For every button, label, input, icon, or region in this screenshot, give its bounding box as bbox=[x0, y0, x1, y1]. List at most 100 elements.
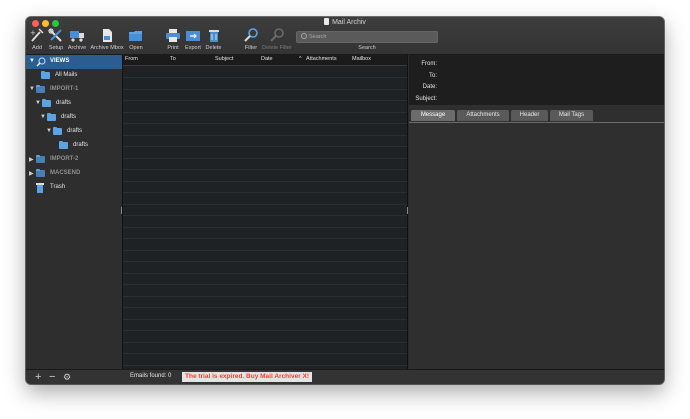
list-row-separator bbox=[123, 353, 407, 354]
folder-icon bbox=[42, 98, 51, 107]
print-label: Print bbox=[167, 45, 179, 51]
setup-button[interactable]: Setup bbox=[47, 28, 65, 51]
list-header: From To Subject Date ^ Attachments Mailb… bbox=[123, 55, 407, 66]
window-title-text: Mail Archiv bbox=[332, 19, 366, 26]
list-row-separator bbox=[123, 111, 407, 113]
list-row-separator bbox=[123, 146, 407, 147]
folder-icon bbox=[36, 154, 45, 163]
delete-button[interactable]: Delete bbox=[204, 28, 223, 51]
sidebar-item-drafts-1[interactable]: ▼ drafts bbox=[26, 97, 122, 111]
trial-expired-banner[interactable]: The trial is expired. Buy Mail Archiver … bbox=[182, 372, 313, 382]
sidebar-item-views[interactable]: ▼ VIEWS bbox=[26, 55, 122, 69]
column-subject[interactable]: Subject bbox=[215, 56, 233, 62]
remove-mailbox-button[interactable]: − bbox=[49, 371, 55, 383]
chevron-down-icon[interactable]: ▼ bbox=[29, 58, 35, 64]
sidebar-item-label: IMPORT-1 bbox=[50, 86, 79, 92]
add-label: Add bbox=[32, 45, 42, 51]
list-row-separator bbox=[123, 307, 407, 308]
list-row-separator bbox=[123, 272, 407, 274]
filter-button[interactable]: Filter bbox=[243, 28, 259, 51]
sidebar-item-label: All Mails bbox=[55, 72, 78, 78]
search-icon bbox=[301, 33, 307, 39]
open-button[interactable]: Open bbox=[127, 28, 145, 51]
list-row-separator bbox=[123, 134, 407, 136]
tab-mail-tags[interactable]: Mail Tags bbox=[550, 110, 593, 121]
mbox-file-icon bbox=[99, 28, 115, 43]
app-window: Mail Archiv + Add Setup Archive Archive … bbox=[26, 17, 664, 384]
trash-icon bbox=[36, 183, 44, 195]
list-row-separator bbox=[123, 341, 407, 343]
tab-header[interactable]: Header bbox=[511, 110, 548, 121]
delete-filter-button[interactable]: Delete Filter bbox=[261, 28, 293, 51]
print-button[interactable]: Print bbox=[165, 28, 181, 51]
search-label: Search bbox=[358, 45, 376, 51]
status-bar: + − ⚙ Emails found: 0 The trial is expir… bbox=[26, 369, 664, 384]
list-row-separator bbox=[123, 77, 407, 78]
to-label: To: bbox=[428, 73, 437, 79]
delete-filter-label: Delete Filter bbox=[262, 45, 292, 51]
chevron-right-icon[interactable]: ▶ bbox=[29, 170, 34, 177]
column-mailbox[interactable]: Mailbox bbox=[352, 56, 371, 62]
split-handle-right[interactable] bbox=[407, 207, 408, 214]
sidebar-item-import-2[interactable]: ▶ IMPORT-2 bbox=[26, 153, 122, 167]
tab-message[interactable]: Message bbox=[411, 110, 455, 121]
add-mailbox-button[interactable]: + bbox=[35, 371, 41, 383]
sidebar: ▼ VIEWS All Mails ▼ IMPORT-1 ▼ drafts ▼ … bbox=[26, 55, 123, 369]
list-row-separator bbox=[123, 203, 407, 205]
open-label: Open bbox=[129, 45, 143, 51]
export-button[interactable]: Export bbox=[183, 28, 203, 51]
printer-icon bbox=[165, 28, 181, 43]
trash-icon bbox=[206, 28, 222, 43]
svg-text:+: + bbox=[30, 29, 36, 37]
search-field[interactable] bbox=[296, 31, 438, 43]
list-row-separator bbox=[123, 100, 407, 101]
list-row-separator bbox=[123, 123, 407, 124]
list-row-separator bbox=[123, 157, 407, 159]
search-input[interactable] bbox=[309, 32, 433, 42]
list-row-separator bbox=[123, 238, 407, 239]
add-button[interactable]: + Add bbox=[29, 28, 45, 51]
column-attachments[interactable]: Attachments bbox=[306, 56, 337, 62]
from-label: From: bbox=[421, 61, 437, 67]
sidebar-item-label: drafts bbox=[61, 114, 77, 120]
column-to[interactable]: To bbox=[170, 56, 176, 62]
folder-icon bbox=[59, 140, 68, 149]
tools-icon bbox=[48, 28, 64, 43]
toolbar: Mail Archiv + Add Setup Archive Archive … bbox=[26, 17, 664, 55]
wand-plus-icon: + bbox=[29, 28, 45, 43]
mail-list[interactable]: From To Subject Date ^ Attachments Mailb… bbox=[123, 55, 407, 369]
sidebar-item-drafts-2[interactable]: ▼ drafts bbox=[26, 111, 122, 125]
chevron-right-icon[interactable]: ▶ bbox=[29, 156, 34, 163]
list-row-separator bbox=[123, 249, 407, 251]
split-handle-left[interactable] bbox=[121, 207, 122, 214]
sidebar-item-drafts-4[interactable]: drafts bbox=[26, 139, 122, 153]
column-date[interactable]: Date bbox=[261, 56, 273, 62]
sidebar-item-macsend[interactable]: ▶ MACSEND bbox=[26, 167, 122, 181]
chevron-down-icon[interactable]: ▼ bbox=[46, 128, 52, 134]
magnifier-minus-icon bbox=[269, 28, 285, 43]
folder-icon bbox=[128, 28, 144, 43]
sidebar-item-label: drafts bbox=[56, 100, 72, 106]
chevron-down-icon[interactable]: ▼ bbox=[35, 100, 41, 106]
archive-mbox-button[interactable]: Archive Mbox bbox=[89, 28, 125, 51]
list-row-separator bbox=[123, 169, 407, 170]
gear-icon[interactable]: ⚙ bbox=[63, 371, 71, 383]
list-row-separator bbox=[123, 330, 407, 331]
list-row-separator bbox=[123, 295, 407, 297]
sidebar-item-label: MACSEND bbox=[50, 170, 81, 176]
list-row-separator bbox=[123, 180, 407, 182]
list-row-separator bbox=[123, 88, 407, 90]
sidebar-item-all-mails[interactable]: All Mails bbox=[26, 69, 122, 83]
archive-button[interactable]: Archive bbox=[66, 28, 88, 51]
column-from[interactable]: From bbox=[125, 56, 138, 62]
sidebar-item-import-1[interactable]: ▼ IMPORT-1 bbox=[26, 83, 122, 97]
sidebar-item-drafts-3[interactable]: ▼ drafts bbox=[26, 125, 122, 139]
sidebar-item-label: drafts bbox=[67, 128, 83, 134]
sidebar-item-trash[interactable]: Trash bbox=[26, 181, 122, 195]
truck-icon bbox=[69, 28, 85, 43]
tab-attachments[interactable]: Attachments bbox=[457, 110, 509, 121]
folder-icon bbox=[47, 112, 56, 121]
chevron-down-icon[interactable]: ▼ bbox=[40, 114, 46, 120]
chevron-down-icon[interactable]: ▼ bbox=[29, 86, 35, 92]
message-header-area: From: To: Date: Subject: bbox=[409, 55, 664, 105]
